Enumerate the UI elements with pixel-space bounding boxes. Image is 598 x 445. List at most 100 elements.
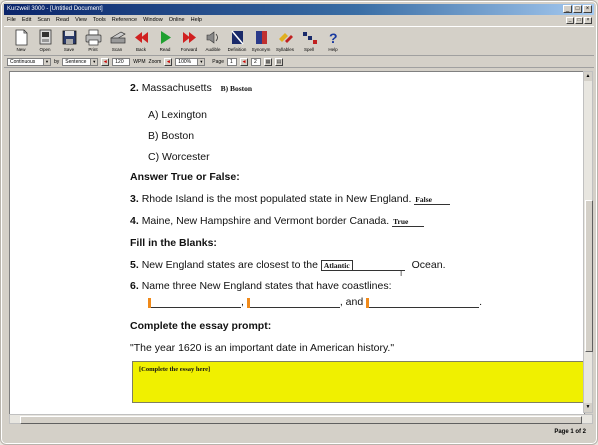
spell-icon [302,32,317,44]
syllables-button[interactable]: Syllables [274,27,296,55]
answer-field[interactable]: Atlantic [320,260,353,271]
syllables-icon [278,33,293,43]
definition-label: Definition [227,47,247,52]
answer-note[interactable]: B) Boston [221,84,252,93]
open-icon [39,29,51,45]
save-button[interactable]: Save [58,27,80,55]
page-total-field: 2 [250,58,261,66]
question-5: 5. New England states are closest to the… [130,259,446,271]
audible-label: Audible [205,47,221,52]
scroll-up-icon[interactable]: ▲ [584,72,592,81]
read-icon [160,31,171,44]
answer-field[interactable]: False [414,195,451,205]
horizontal-scrollbar[interactable] [9,414,593,424]
synonym-button[interactable]: Synonym [250,27,272,55]
audible-button[interactable]: Audible [202,27,224,55]
menu-reference[interactable]: Reference [112,16,137,25]
menu-window[interactable]: Window [143,16,163,25]
blank-field-2[interactable] [249,297,340,308]
menu-file[interactable]: File [7,16,16,25]
prev-page-button[interactable]: ◄ [239,58,248,66]
scan-button[interactable]: Scan [106,27,128,55]
open-button[interactable]: Open [34,27,56,55]
wpm-label: WPM [133,59,146,65]
zoom-out-button[interactable]: ◄ [164,58,173,66]
new-label: New [16,47,26,52]
window-title: Kurzweil 3000 - [Untitled Document] [7,6,103,12]
menu-view[interactable]: View [75,16,87,25]
menu-read[interactable]: Read [56,16,69,25]
app-window: Kurzweil 3000 - [Untitled Document] _ □ … [0,0,598,445]
svg-text:?: ? [329,30,338,46]
document-page[interactable]: 2. Massachusetts B) Boston A) Lexington … [9,71,585,415]
chevron-down-icon: ▼ [43,59,50,65]
open-label: Open [39,47,51,52]
new-button[interactable]: New [10,27,32,55]
definition-button[interactable]: Definition [226,27,248,55]
reading-mode-select[interactable]: Continuous ▼ [7,58,51,66]
minimize-button[interactable]: _ [563,5,572,13]
by-label: by [54,59,60,65]
close-button[interactable]: × [583,5,592,13]
spell-label: Spell [303,47,314,52]
menu-edit[interactable]: Edit [22,16,31,25]
print-icon [85,29,101,46]
question-6: 6. Name three New England states that ha… [130,280,392,292]
section-fill-blanks: Fill in the Blanks: [130,237,217,249]
vertical-scrollbar[interactable]: ▲ ▼ [583,71,593,413]
menu-scan[interactable]: Scan [37,16,50,25]
section-true-false: Answer True or False: [130,171,240,183]
chevron-down-icon: ▼ [90,59,98,65]
question-6-blanks: , , and . [148,296,482,308]
section-essay: Complete the essay prompt: [130,320,272,332]
main-toolbar: New Open Save Print Scan Back Read Forwa… [4,26,594,56]
option-a: A) Lexington [148,109,207,121]
spell-button[interactable]: Spell [298,27,320,55]
read-button[interactable]: Read [154,27,176,55]
scroll-thumb[interactable] [585,200,593,352]
new-icon [15,29,27,46]
print-button[interactable]: Print [82,27,104,55]
back-button[interactable]: Back [130,27,152,55]
scroll-thumb[interactable] [20,416,582,424]
page-field[interactable]: 1 [226,58,237,66]
status-bar: Page 1 of 2 [4,426,594,438]
answer-field[interactable]: True [392,217,425,227]
back-label: Back [135,47,146,52]
save-label: Save [63,47,75,52]
reading-toolbar: Continuous ▼ by Sentence ▼ ◄ 120 WPM Zoom … [4,57,594,68]
reading-unit-select[interactable]: Sentence ▼ [62,58,99,66]
forward-button[interactable]: Forward [178,27,200,55]
page-indicator: Page 1 of 2 [554,429,586,435]
question-3: 3. Rhode Island is the most populated st… [130,193,451,205]
doc-restore-button[interactable]: □ [575,17,583,24]
scan-icon [109,31,126,44]
blank-field-3[interactable] [369,297,480,308]
definition-icon [230,30,244,45]
scan-label: Scan [111,47,123,52]
layout-icon[interactable]: ▤ [274,58,283,66]
page-label: Page [212,59,224,65]
help-label: Help [328,47,338,52]
read-label: Read [159,47,171,52]
save-icon [62,30,76,45]
speed-field[interactable]: 120 [112,58,131,66]
speed-down-button[interactable]: ◄ [101,58,110,66]
menu-bar: File Edit Scan Read View Tools Reference… [4,16,594,25]
zoom-select[interactable]: 100% ▼ [175,58,206,66]
forward-label: Forward [180,47,198,52]
menu-tools[interactable]: Tools [93,16,106,25]
essay-box[interactable]: [Complete the essay here] [132,361,584,403]
blank-line[interactable] [352,260,405,271]
help-button[interactable]: ? Help [322,27,344,55]
maximize-button[interactable]: □ [573,5,582,13]
forward-icon [182,32,196,43]
view-icon[interactable]: ▦ [263,58,272,66]
blank-field-1[interactable] [151,297,241,308]
scroll-down-icon[interactable]: ▼ [584,403,592,412]
doc-minimize-button[interactable]: _ [566,17,574,24]
syllables-label: Syllables [275,47,294,52]
menu-online[interactable]: Online [169,16,185,25]
doc-close-button[interactable]: × [584,17,592,24]
menu-help[interactable]: Help [191,16,202,25]
